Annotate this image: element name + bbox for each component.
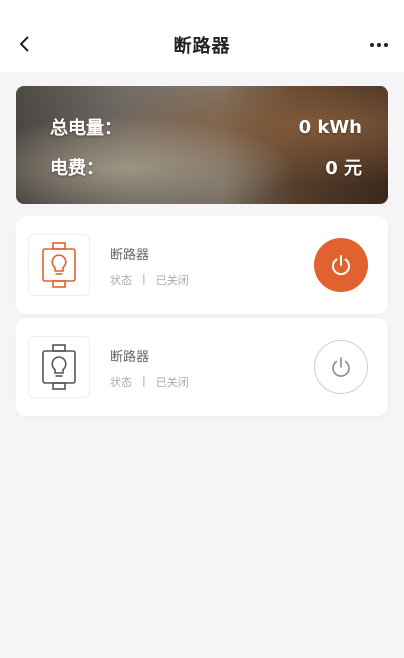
power-icon: [332, 255, 350, 276]
status-separator: |: [142, 374, 146, 387]
power-icon: [332, 357, 350, 377]
device-card[interactable]: 断路器 状态 | 已关闭: [16, 216, 388, 314]
device-status: 状态 | 已关闭: [110, 374, 189, 390]
page-title: 断路器: [173, 36, 231, 57]
status-label: 状态: [110, 376, 132, 389]
device-icon-frame: [28, 336, 90, 398]
device-status: 状态 | 已关闭: [110, 272, 189, 288]
energy-summary-banner: 总电量： 0 kWh 电费： 0 元: [16, 86, 388, 204]
status-separator: |: [142, 272, 146, 285]
total-power-label: 总电量：: [50, 118, 122, 139]
status-label: 状态: [110, 274, 132, 287]
more-dot-icon: [377, 43, 381, 47]
electricity-fee-row: 电费： 0 元: [50, 154, 362, 180]
banner-overlay: [16, 86, 388, 204]
breaker-icon: [42, 344, 76, 390]
device-card[interactable]: 断路器 状态 | 已关闭: [16, 318, 388, 416]
device-name: 断路器: [110, 248, 150, 263]
total-power-value: 0 kWh: [298, 116, 362, 138]
power-toggle-button[interactable]: [314, 340, 368, 394]
more-dot-icon: [370, 43, 374, 47]
power-toggle-button[interactable]: [314, 238, 368, 292]
device-icon-frame: [28, 234, 90, 296]
electricity-fee-value: 0 元: [325, 158, 362, 179]
more-options-button[interactable]: [366, 32, 392, 58]
top-bar: 断路器: [0, 0, 404, 72]
total-power-row: 总电量： 0 kWh: [50, 114, 362, 140]
device-name: 断路器: [110, 350, 150, 365]
breaker-icon: [42, 242, 76, 288]
status-value: 已关闭: [155, 274, 189, 287]
electricity-fee-label: 电费：: [50, 158, 104, 179]
more-dot-icon: [384, 43, 388, 47]
status-value: 已关闭: [155, 376, 189, 389]
